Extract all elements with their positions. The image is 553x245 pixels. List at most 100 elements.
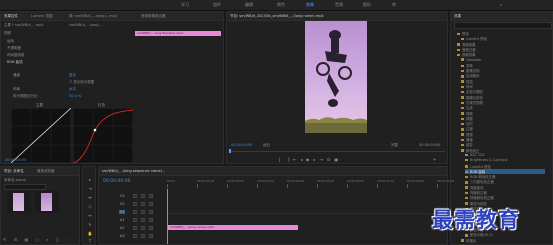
effects-item[interactable]: 生成 [461, 105, 473, 110]
lock-icon[interactable] [133, 194, 137, 198]
eye-icon[interactable] [141, 210, 145, 214]
effect-motion[interactable]: 运动 [7, 39, 14, 44]
workspace-assembly[interactable]: 组件 [213, 2, 221, 8]
eye-icon[interactable] [141, 234, 145, 238]
track-header[interactable]: V2 [101, 201, 165, 208]
effects-item[interactable]: 模糊与锐化 [461, 95, 483, 100]
effects-item[interactable]: 调整 [461, 116, 473, 121]
video-frame[interactable] [305, 21, 367, 133]
workspace-libraries[interactable]: 库 [392, 2, 396, 8]
track-header[interactable]: V3 [101, 193, 165, 200]
project-search-input[interactable] [4, 184, 46, 190]
project-thumb-1[interactable] [7, 191, 31, 213]
playhead[interactable] [229, 149, 231, 153]
lock-icon[interactable] [133, 210, 137, 214]
effects-item[interactable]: 实用程序 [461, 73, 480, 78]
lock-icon[interactable] [133, 202, 137, 206]
program-quality[interactable]: 完整 [391, 143, 398, 148]
type-icon[interactable]: T [87, 239, 93, 245]
program-fit[interactable]: 适合 [263, 143, 270, 148]
effects-item[interactable]: 颜色校正 [461, 148, 480, 153]
settings-icon[interactable]: + [433, 157, 436, 162]
master-curve[interactable] [11, 108, 71, 163]
workspace-color[interactable]: 颜色 [277, 2, 285, 8]
effects-item[interactable]: 透视 [461, 132, 473, 137]
eye-icon[interactable] [141, 218, 145, 222]
workspace-graphics[interactable]: 图形 [363, 2, 371, 8]
effects-item[interactable]: RGB 曲线 [465, 168, 545, 174]
effects-item[interactable]: 三向颜色校正器 [465, 179, 494, 184]
track-header[interactable]: A1 [101, 217, 165, 224]
workspace-effects[interactable]: 效果 [306, 2, 314, 8]
effects-item[interactable]: Lumetri 颜色 [465, 164, 491, 169]
effects-item[interactable]: Obsolete [461, 58, 481, 62]
transport-controls[interactable]: ▏▕⇤◂▶▸⇥⊟▣ [279, 157, 399, 163]
mute-icon[interactable] [149, 226, 153, 230]
effects-item[interactable]: 过时 [461, 121, 473, 126]
effects-search-input[interactable] [454, 22, 552, 29]
mute-icon[interactable] [149, 194, 153, 198]
selection-tool-icon[interactable]: ▸ [87, 177, 93, 183]
effects-item[interactable]: 亮度曲线 [465, 185, 484, 190]
program-scrubber[interactable] [229, 151, 445, 152]
export-frame-icon[interactable]: ▣ [334, 157, 342, 162]
effects-item[interactable]: Brightness & Contrast [465, 158, 507, 162]
effects-item[interactable]: 风格化 [461, 238, 476, 243]
effects-item[interactable]: 快速颜色校正器 [465, 195, 494, 200]
track-select-icon[interactable]: ⇥ [87, 186, 93, 192]
timeline-playhead[interactable] [167, 189, 168, 244]
eye-icon[interactable] [141, 194, 145, 198]
effects-item[interactable]: 音频过渡 [457, 47, 476, 52]
effects-item[interactable]: RGB 颜色校正器 [465, 174, 495, 179]
effects-item[interactable]: 键控 [461, 142, 473, 147]
razor-icon[interactable]: ◇ [87, 204, 93, 210]
tab-effect-controls[interactable]: 效果控件 [4, 14, 18, 19]
effects-item[interactable]: 沉浸式视频 [461, 100, 483, 105]
effects-item[interactable]: 通道 [461, 137, 473, 142]
effects-item[interactable]: Lumetri 预设 [461, 36, 487, 41]
effect-time-remap[interactable]: 时间重映射 [7, 53, 25, 58]
mute-icon[interactable] [149, 202, 153, 206]
effects-item[interactable]: 视频效果 [457, 52, 476, 57]
hand-icon[interactable]: ✋ [87, 231, 93, 237]
go-in-icon[interactable]: ⇤ [293, 157, 300, 162]
eye-icon[interactable] [141, 202, 145, 206]
split-percent-value[interactable]: 50.0 % [69, 94, 81, 98]
pen-icon[interactable]: ✎ [87, 222, 93, 228]
tab-project[interactable]: 项目: 未命名 [4, 169, 24, 174]
effect-rgb-curves[interactable]: RGB 曲线 [7, 60, 23, 65]
track-header[interactable]: A2 [101, 225, 165, 232]
track-header[interactable]: A3 [101, 233, 165, 240]
timeline-ruler[interactable]: 00:00 00:00:01:00 00:00:02:00 00:00:03:00 00… [167, 179, 454, 189]
tab-media-browser[interactable]: 媒体浏览器 [37, 169, 55, 174]
effects-item[interactable]: 视频 [461, 111, 473, 116]
effects-item[interactable]: 音频效果 [457, 42, 476, 47]
search-icon[interactable]: ⌕ [500, 2, 502, 7]
layout-value[interactable]: 水平 [69, 87, 76, 92]
channel-value[interactable]: 复合 [69, 73, 76, 78]
split-view-checkbox[interactable]: ☐ 显示拆分视图 [69, 80, 94, 85]
effects-item[interactable]: 过渡 [461, 126, 473, 131]
play-icon[interactable]: ▶ [307, 157, 314, 162]
effects-item[interactable]: 预设 [457, 31, 469, 36]
effect-opacity[interactable]: 不透明度 [7, 46, 21, 51]
timeline-timecode[interactable]: 00:00:00:00 [103, 179, 130, 184]
lock-icon[interactable] [133, 234, 137, 238]
program-timecode[interactable]: 00:00:00:00 [231, 143, 252, 147]
timeline-clip-v1[interactable]: sm/WB/d_...(long name).mp4 [168, 225, 298, 230]
project-bottom-toolbar[interactable]: ✎ ☰ ▦ ○ ⌕ ▢ 🗀 [3, 237, 79, 243]
workspace-edit[interactable]: 编辑 [245, 2, 253, 8]
tab-audio-clip-mixer[interactable]: 音频剪辑混合器 [141, 14, 166, 19]
program-title[interactable]: 节目: sm/WB/d_2023/0s_sm/WB/d_...(long nam… [230, 14, 420, 19]
track-header[interactable]: V1 [101, 209, 165, 216]
lock-icon[interactable] [133, 226, 137, 230]
effects-item[interactable]: 时间 [461, 84, 473, 89]
effects-item[interactable]: 杂色与颗粒 [461, 89, 483, 94]
eye-icon[interactable] [141, 226, 145, 230]
workspace-learn[interactable]: 学习 [181, 2, 189, 8]
effects-item[interactable]: ASC CDL [465, 153, 485, 157]
tab-source[interactable]: 源: sm/WB/d_...(long)...mp4 [69, 14, 129, 19]
tab-lumetri-scopes[interactable]: Lumetri 范围 [31, 14, 53, 19]
lock-icon[interactable] [133, 218, 137, 222]
effects-item[interactable]: 扭曲 [461, 79, 473, 84]
